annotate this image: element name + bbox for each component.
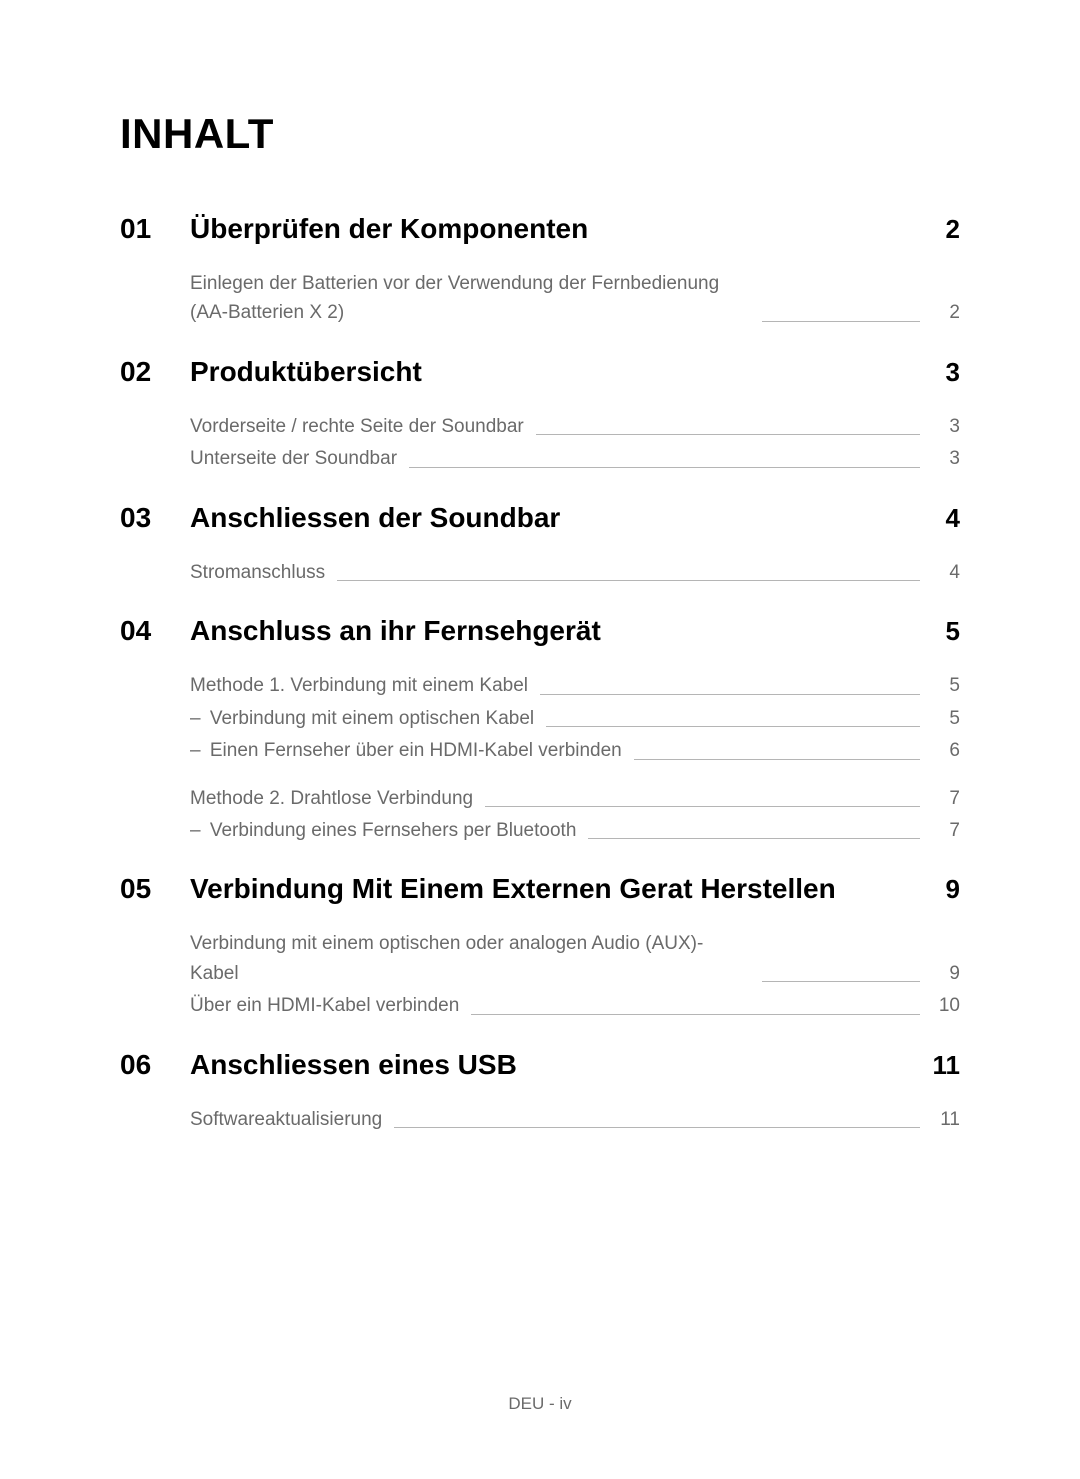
section-number: 03	[120, 502, 190, 534]
entry-group: Softwareaktualisierung 11	[190, 1105, 960, 1134]
toc-entry: Unterseite der Soundbar 3	[190, 444, 960, 473]
section-entries: Einlegen der Batterien vor der Verwendun…	[190, 269, 960, 328]
leader-line	[485, 806, 920, 807]
section-title: Produktübersicht	[190, 356, 920, 388]
toc-entry: Vorderseite / rechte Seite der Soundbar 3	[190, 412, 960, 441]
section-number: 05	[120, 873, 190, 905]
toc-entry: Verbindung mit einem optischen oder anal…	[190, 929, 960, 988]
toc-sub-entry: Verbindung mit einem optischen Kabel 5	[190, 704, 960, 733]
entry-page: 5	[932, 704, 960, 733]
entry-group: Methode 2. Drahtlose Verbindung 7 Verbindu…	[190, 784, 960, 846]
section-number: 04	[120, 615, 190, 647]
section-number: 02	[120, 356, 190, 388]
section-entries: Verbindung mit einem optischen oder anal…	[190, 929, 960, 1020]
section-title: Anschliessen eines USB	[190, 1049, 920, 1081]
page-footer: DEU - iv	[0, 1394, 1080, 1414]
entry-text: Verbindung mit einem optischen Kabel	[208, 704, 534, 733]
section-header: 03Anschliessen der Soundbar4	[120, 502, 960, 534]
toc-section: 01Überprüfen der Komponenten2Einlegen de…	[120, 213, 960, 328]
entry-page: 3	[932, 412, 960, 441]
entry-page: 6	[932, 736, 960, 765]
section-number: 06	[120, 1049, 190, 1081]
section-header: 01Überprüfen der Komponenten2	[120, 213, 960, 245]
toc-section: 02Produktübersicht3Vorderseite / rechte …	[120, 356, 960, 474]
entry-group: Stromanschluss 4	[190, 558, 960, 587]
section-page: 4	[920, 503, 960, 534]
entry-text: Softwareaktualisierung	[190, 1105, 382, 1134]
entry-group: Einlegen der Batterien vor der Verwendun…	[190, 269, 960, 328]
entry-text: Stromanschluss	[190, 558, 325, 587]
section-page: 11	[920, 1050, 960, 1081]
toc-container: 01Überprüfen der Komponenten2Einlegen de…	[120, 213, 960, 1134]
entry-text: Methode 1. Verbindung mit einem Kabel	[190, 671, 528, 700]
section-entries: Vorderseite / rechte Seite der Soundbar 3…	[190, 412, 960, 474]
section-title: Anschluss an ihr Fernsehgerät	[190, 615, 920, 647]
entry-text: Einlegen der Batterien vor der Verwendun…	[190, 269, 750, 328]
leader-line	[394, 1127, 920, 1128]
leader-line	[337, 580, 920, 581]
section-title: Anschliessen der Soundbar	[190, 502, 920, 534]
section-header: 04Anschluss an ihr Fernsehgerät5	[120, 615, 960, 647]
entry-page: 9	[932, 959, 960, 988]
entry-text: Methode 2. Drahtlose Verbindung	[190, 784, 473, 813]
entry-page: 11	[932, 1105, 960, 1134]
entry-text: Unterseite der Soundbar	[190, 444, 397, 473]
toc-section: 04Anschluss an ihr Fernsehgerät5Methode …	[120, 615, 960, 845]
entry-text: Einen Fernseher über ein HDMI-Kabel verb…	[208, 736, 622, 765]
entry-text: Verbindung mit einem optischen oder anal…	[190, 929, 750, 988]
entry-text: Verbindung eines Fernsehers per Bluetoot…	[208, 816, 576, 845]
entry-group: Vorderseite / rechte Seite der Soundbar 3…	[190, 412, 960, 474]
leader-line	[409, 467, 920, 468]
entry-page: 2	[932, 298, 960, 327]
entry-page: 4	[932, 558, 960, 587]
entry-text: Über ein HDMI-Kabel verbinden	[190, 991, 459, 1020]
entry-group: Verbindung mit einem optischen oder anal…	[190, 929, 960, 1020]
toc-sub-entry: Verbindung eines Fernsehers per Bluetoot…	[190, 816, 960, 845]
section-page: 2	[920, 214, 960, 245]
entry-text: Vorderseite / rechte Seite der Soundbar	[190, 412, 524, 441]
leader-line	[536, 434, 920, 435]
entry-page: 3	[932, 444, 960, 473]
leader-line	[762, 981, 920, 982]
toc-entry: Über ein HDMI-Kabel verbinden 10	[190, 991, 960, 1020]
section-entries: Softwareaktualisierung 11	[190, 1105, 960, 1134]
page-title: INHALT	[120, 110, 960, 158]
entry-page: 5	[932, 671, 960, 700]
section-page: 3	[920, 357, 960, 388]
section-page: 9	[920, 874, 960, 905]
section-title: Verbindung Mit Einem Externen Gerat Hers…	[190, 873, 920, 905]
toc-section: 05Verbindung Mit Einem Externen Gerat He…	[120, 873, 960, 1020]
section-title: Überprüfen der Komponenten	[190, 213, 920, 245]
entry-group: Methode 1. Verbindung mit einem Kabel5Ve…	[190, 671, 960, 765]
entry-page: 7	[932, 784, 960, 813]
section-header: 05Verbindung Mit Einem Externen Gerat He…	[120, 873, 960, 905]
toc-entry: Stromanschluss 4	[190, 558, 960, 587]
toc-entry: Methode 1. Verbindung mit einem Kabel 5	[190, 671, 960, 700]
toc-section: 06Anschliessen eines USB11Softwareaktual…	[120, 1049, 960, 1134]
leader-line	[546, 726, 920, 727]
toc-entry: Methode 2. Drahtlose Verbindung 7	[190, 784, 960, 813]
section-header: 06Anschliessen eines USB11	[120, 1049, 960, 1081]
leader-line	[540, 694, 920, 695]
leader-line	[588, 838, 920, 839]
toc-entry: Einlegen der Batterien vor der Verwendun…	[190, 269, 960, 328]
leader-line	[634, 759, 920, 760]
leader-line	[471, 1014, 920, 1015]
entry-page: 10	[932, 991, 960, 1020]
section-number: 01	[120, 213, 190, 245]
entry-page: 7	[932, 816, 960, 845]
section-entries: Methode 1. Verbindung mit einem Kabel5Ve…	[190, 671, 960, 845]
section-page: 5	[920, 616, 960, 647]
section-entries: Stromanschluss 4	[190, 558, 960, 587]
toc-entry: Softwareaktualisierung 11	[190, 1105, 960, 1134]
toc-section: 03Anschliessen der Soundbar4Stromanschlu…	[120, 502, 960, 587]
leader-line	[762, 321, 920, 322]
toc-sub-entry: Einen Fernseher über ein HDMI-Kabel verb…	[190, 736, 960, 765]
section-header: 02Produktübersicht3	[120, 356, 960, 388]
